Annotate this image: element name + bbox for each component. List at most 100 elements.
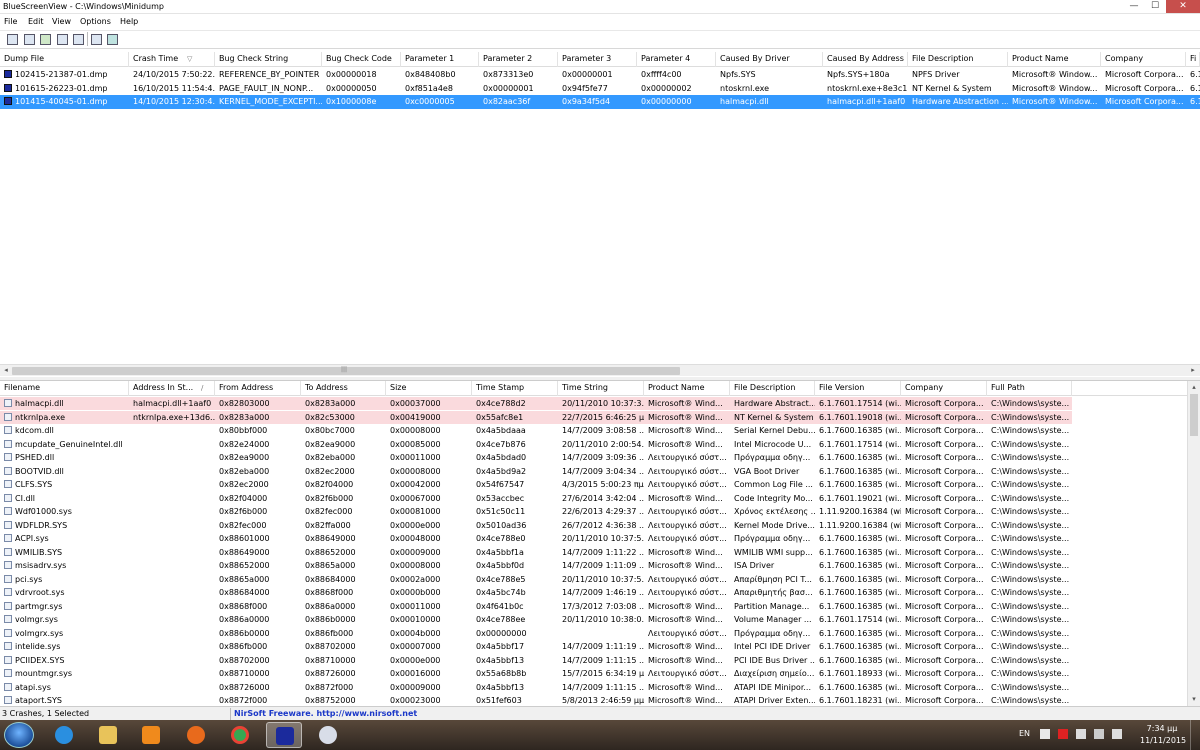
chrome-icon[interactable]	[222, 722, 258, 748]
driver-row[interactable]: halmacpi.dll halmacpi.dll+1aaf0 0x82803000…	[0, 397, 1187, 411]
column-header[interactable]: Parameter 1	[401, 52, 479, 67]
driver-file-icon	[4, 628, 12, 637]
driver-row[interactable]: volmgrx.sys 0x886b0000 0x886fb000 0x0004b00…	[0, 627, 1187, 641]
media-player-icon[interactable]	[133, 722, 169, 748]
show-desktop-button[interactable]	[1190, 720, 1200, 750]
column-header[interactable]: Parameter 3	[558, 52, 637, 67]
exit-icon[interactable]	[107, 34, 118, 45]
product-name-cell: Microsoft® Window...	[1012, 97, 1098, 106]
clock-date[interactable]: 11/11/2015	[1140, 736, 1186, 745]
driver-row[interactable]: ataport.SYS 0x8872f000 0x88752000 0x0002300…	[0, 694, 1187, 706]
paint-icon[interactable]	[310, 722, 346, 748]
column-header[interactable]: Dump File	[0, 52, 129, 67]
time-stamp-cell: 0x4a5bbf13	[476, 682, 525, 692]
driver-list-vscrollbar[interactable]: ▴ ▾	[1187, 381, 1200, 706]
driver-row[interactable]: intelide.sys 0x886fb000 0x88702000 0x000070…	[0, 640, 1187, 654]
start-orb[interactable]	[4, 722, 34, 748]
network-icon[interactable]	[1094, 729, 1104, 739]
tray-arrow-icon[interactable]	[1040, 729, 1050, 739]
to-address-cell: 0x82c53000	[301, 410, 386, 424]
driver-row[interactable]: PSHED.dll 0x82ea9000 0x82eba000 0x00011000 0…	[0, 451, 1187, 465]
column-header[interactable]: Caused By Address	[823, 52, 908, 67]
menu-view[interactable]: View	[52, 17, 71, 26]
column-header[interactable]: File Description	[730, 381, 815, 396]
driver-row[interactable]: vdrvroot.sys 0x88684000 0x8868f000 0x0000b0…	[0, 586, 1187, 600]
internet-explorer-icon[interactable]	[46, 722, 82, 748]
minimize-button[interactable]: —	[1124, 0, 1144, 13]
copy-icon[interactable]	[57, 34, 68, 45]
antivirus-icon[interactable]	[1058, 729, 1068, 739]
dump-file-name: 102415-21387-01.dmp	[15, 70, 108, 79]
column-header[interactable]: Address In St... /	[129, 381, 215, 396]
crash-row[interactable]: 101615-26223-01.dmp 16/10/2015 11:54:4...…	[0, 82, 1200, 96]
column-header[interactable]: Product Name	[1008, 52, 1101, 67]
driver-row[interactable]: mountmgr.sys 0x88710000 0x88726000 0x000160…	[0, 667, 1187, 681]
menu-help[interactable]: Help	[120, 17, 138, 26]
column-header[interactable]: From Address	[215, 381, 301, 396]
driver-row[interactable]: WMILIB.SYS 0x88649000 0x88652000 0x00009000…	[0, 546, 1187, 560]
driver-row[interactable]: ntkrnlpa.exe ntkrnlpa.exe+13d6... 0x8283a0…	[0, 410, 1187, 425]
html-report-icon[interactable]	[73, 34, 84, 45]
language-indicator[interactable]: EN	[1019, 729, 1030, 738]
column-header[interactable]: Time String	[558, 381, 644, 396]
column-header[interactable]: To Address	[301, 381, 386, 396]
driver-row[interactable]: WDFLDR.SYS 0x82fec000 0x82ffa000 0x0000e000…	[0, 519, 1187, 533]
driver-row[interactable]: BOOTVID.dll 0x82eba000 0x82ec2000 0x0000800…	[0, 465, 1187, 479]
firefox-icon[interactable]	[178, 722, 214, 748]
driver-row[interactable]: pci.sys 0x8865a000 0x88684000 0x0002a000 0x4…	[0, 573, 1187, 587]
driver-row[interactable]: ACPI.sys 0x88601000 0x88649000 0x00048000 0x…	[0, 532, 1187, 546]
driver-row[interactable]: mcupdate_GenuineIntel.dll 0x82e24000 0x82e…	[0, 438, 1187, 452]
crash-row[interactable]: 102415-21387-01.dmp 24/10/2015 7:50:22...…	[0, 68, 1200, 82]
company-cell: Microsoft Corpora...	[905, 628, 984, 638]
parameter-4-cell: 0x00000000	[641, 97, 692, 106]
scroll-up-icon[interactable]: ▴	[1188, 381, 1200, 393]
column-header[interactable]: Filename	[0, 381, 129, 396]
column-header[interactable]: Company	[901, 381, 987, 396]
column-header[interactable]: Time Stamp	[472, 381, 558, 396]
column-header[interactable]: Parameter 4	[637, 52, 716, 67]
floppy-icon[interactable]	[24, 34, 35, 45]
menu-edit[interactable]: Edit	[28, 17, 44, 26]
column-header[interactable]: Fi	[1186, 52, 1200, 67]
maximize-button[interactable]: ☐	[1145, 0, 1165, 13]
file-version-cell: 6.1.7600.16385 (wi...	[819, 426, 901, 435]
column-header[interactable]: Bug Check String	[215, 52, 322, 67]
driver-row[interactable]: atapi.sys 0x88726000 0x8872f000 0x00009000 0…	[0, 681, 1187, 695]
refresh-icon[interactable]	[40, 34, 51, 45]
column-header[interactable]: Caused By Driver	[716, 52, 823, 67]
column-header[interactable]: Company	[1101, 52, 1186, 67]
crash-row[interactable]: 101415-40045-01.dmp 14/10/2015 12:30:4...…	[0, 95, 1200, 109]
driver-row[interactable]: msisadrv.sys 0x88652000 0x8865a000 0x000080…	[0, 559, 1187, 573]
close-button[interactable]: ✕	[1166, 0, 1200, 13]
properties-icon[interactable]	[91, 34, 102, 45]
menu-options[interactable]: Options	[80, 17, 111, 26]
save-icon[interactable]	[7, 34, 18, 45]
column-header[interactable]: Crash Time ▽	[129, 52, 215, 67]
driver-row[interactable]: kdcom.dll 0x80bbf000 0x80bc7000 0x00008000 0…	[0, 424, 1187, 438]
scroll-down-icon[interactable]: ▾	[1188, 693, 1200, 705]
driver-row[interactable]: partmgr.sys 0x8868f000 0x886a0000 0x0001100…	[0, 600, 1187, 614]
file-explorer-icon[interactable]	[90, 722, 126, 748]
nirsoft-link[interactable]: NirSoft Freeware. http://www.nirsoft.net	[234, 709, 417, 718]
driver-row[interactable]: volmgr.sys 0x886a0000 0x886b0000 0x00010000…	[0, 613, 1187, 627]
scroll-thumb[interactable]	[1190, 394, 1198, 436]
clock-time[interactable]: 7:34 μμ	[1142, 724, 1182, 733]
driver-row[interactable]: CLFS.SYS 0x82ec2000 0x82f04000 0x00042000 0x…	[0, 478, 1187, 492]
volume-icon[interactable]	[1112, 729, 1122, 739]
menu-file[interactable]: File	[4, 17, 17, 26]
crash-list-hscrollbar[interactable]: ◂ ||| ▸	[0, 364, 1200, 376]
driver-row[interactable]: CI.dll 0x82f04000 0x82f6b000 0x00067000 0x53…	[0, 492, 1187, 506]
driver-row[interactable]: Wdf01000.sys 0x82f6b000 0x82fec000 0x000810…	[0, 505, 1187, 519]
column-header[interactable]: Parameter 2	[479, 52, 558, 67]
driver-row[interactable]: PCIIDEX.SYS 0x88702000 0x88710000 0x0000e00…	[0, 654, 1187, 668]
column-header[interactable]: Product Name	[644, 381, 730, 396]
column-header[interactable]: File Description	[908, 52, 1008, 67]
column-header[interactable]: Size	[386, 381, 472, 396]
bluescreenview-icon[interactable]	[266, 722, 302, 748]
scroll-right-icon[interactable]: ▸	[1187, 365, 1199, 377]
column-header[interactable]: File Version	[815, 381, 901, 396]
scroll-left-icon[interactable]: ◂	[0, 365, 12, 377]
action-center-icon[interactable]	[1076, 729, 1086, 739]
column-header[interactable]: Full Path	[987, 381, 1072, 396]
column-header[interactable]: Bug Check Code	[322, 52, 401, 67]
